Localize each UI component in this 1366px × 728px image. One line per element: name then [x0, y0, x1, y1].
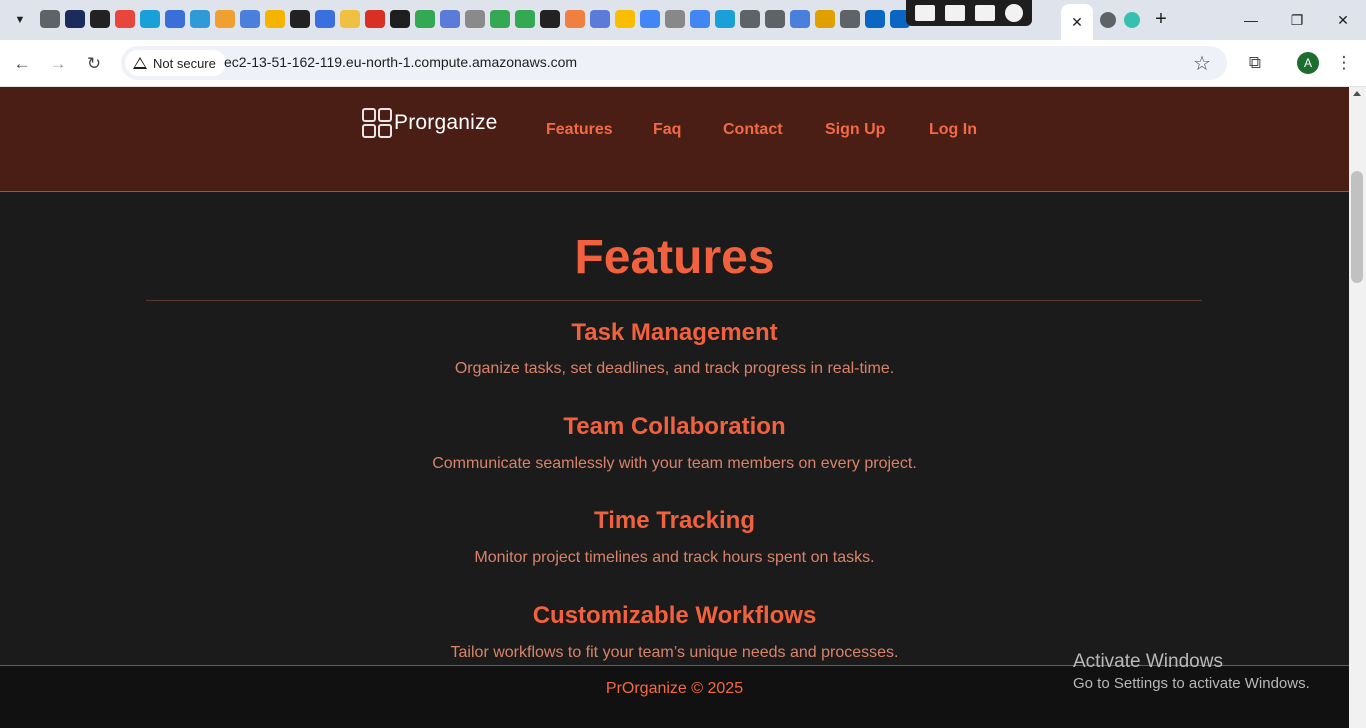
tab-favicon[interactable]	[440, 10, 460, 28]
scroll-thumb[interactable]	[1351, 171, 1363, 283]
tab-favicon[interactable]	[265, 10, 285, 28]
features-heading: Features	[574, 231, 775, 284]
warning-icon	[133, 57, 147, 69]
back-icon[interactable]: ←	[10, 52, 34, 76]
security-chip[interactable]: Not secure	[125, 50, 226, 76]
tab-favicon[interactable]	[715, 10, 735, 28]
tab-favicon[interactable]	[1100, 12, 1116, 28]
tab-favicon[interactable]	[740, 10, 760, 28]
site-header: Prorganize Features Faq Contact Sign Up …	[0, 87, 1349, 192]
tab-favicon[interactable]	[90, 10, 110, 28]
tab-favicons	[40, 10, 915, 30]
tab-favicon[interactable]	[765, 10, 785, 28]
page-viewport: Prorganize Features Faq Contact Sign Up …	[0, 87, 1349, 728]
video-camera-icon[interactable]	[945, 5, 965, 21]
url-text[interactable]: ec2-13-51-162-119.eu-north-1.compute.ama…	[224, 54, 577, 70]
watermark-title: Activate Windows	[1073, 651, 1223, 672]
tab-favicon[interactable]	[690, 10, 710, 28]
reload-icon[interactable]: ↻	[82, 52, 106, 76]
tab-strip: ▼ ✕ + — ❐ ✕	[0, 0, 1366, 40]
tab-favicon[interactable]	[640, 10, 660, 28]
tab-favicon[interactable]	[615, 10, 635, 28]
tab-favicon[interactable]	[140, 10, 160, 28]
window-capture-icon[interactable]	[975, 5, 995, 21]
nav-link-contact[interactable]: Contact	[723, 121, 783, 139]
address-bar[interactable]: Not secure ec2-13-51-162-119.eu-north-1.…	[121, 46, 1227, 80]
tab-favicon[interactable]	[240, 10, 260, 28]
active-tab[interactable]: ✕	[1061, 4, 1093, 40]
section-divider	[146, 300, 1202, 301]
tab-favicon[interactable]	[290, 10, 310, 28]
extensions-icon[interactable]: ⧉	[1243, 51, 1267, 75]
screenshot-extension-toolbar	[906, 0, 1032, 26]
tab-favicon[interactable]	[865, 10, 885, 28]
windows-activation-watermark: Activate Windows Go to Settings to activ…	[1073, 651, 1310, 692]
tab-favicon[interactable]	[540, 10, 560, 28]
tab-favicon[interactable]	[115, 10, 135, 28]
tab-favicon[interactable]	[190, 10, 210, 28]
feature-title: Customizable Workflows	[532, 602, 817, 629]
tab-favicon[interactable]	[790, 10, 810, 28]
tab-favicon[interactable]	[365, 10, 385, 28]
logo-icon	[362, 108, 392, 138]
menu-icon[interactable]: ⋮	[1332, 51, 1356, 75]
tab-favicon[interactable]	[590, 10, 610, 28]
tab-search-button[interactable]: ▼	[8, 8, 32, 32]
feature-title: Time Tracking	[594, 507, 755, 534]
restore-button[interactable]: ❐	[1274, 0, 1320, 40]
tab-favicon[interactable]	[40, 10, 60, 28]
security-label: Not secure	[153, 55, 216, 71]
tab-favicon[interactable]	[490, 10, 510, 28]
scroll-up-arrow-icon[interactable]	[1353, 91, 1361, 96]
nav-link-login[interactable]: Log In	[929, 121, 977, 139]
nav-link-features[interactable]: Features	[546, 121, 613, 139]
nav-link-faq[interactable]: Faq	[653, 121, 681, 139]
tab-favicon[interactable]	[515, 10, 535, 28]
tab-favicon[interactable]	[165, 10, 185, 28]
tab-favicon[interactable]	[840, 10, 860, 28]
bookmark-star-icon[interactable]: ☆	[1193, 51, 1211, 76]
new-tab-button[interactable]: +	[1150, 8, 1172, 30]
nav-link-signup[interactable]: Sign Up	[825, 121, 885, 139]
feature-title: Team Collaboration	[563, 413, 786, 440]
tab-favicon[interactable]	[665, 10, 685, 28]
logo-text: Prorganize	[394, 111, 498, 134]
feature-title: Task Management	[571, 319, 778, 346]
tab-favicon[interactable]	[565, 10, 585, 28]
tab-favicon[interactable]	[315, 10, 335, 28]
avatar[interactable]: A	[1297, 52, 1319, 74]
tab-favicon[interactable]	[215, 10, 235, 28]
tab-favicon[interactable]	[390, 10, 410, 28]
feature-description: Organize tasks, set deadlines, and track…	[454, 360, 895, 377]
tab-favicon[interactable]	[340, 10, 360, 28]
forward-icon[interactable]: →	[46, 52, 70, 76]
minimize-button[interactable]: —	[1228, 0, 1274, 40]
page-scrollbar[interactable]	[1349, 87, 1366, 728]
tab-favicon[interactable]	[65, 10, 85, 28]
browser-toolbar: ← → ↻ Not secure ec2-13-51-162-119.eu-no…	[0, 40, 1366, 87]
tab-favicon[interactable]	[415, 10, 435, 28]
tab-favicon[interactable]	[815, 10, 835, 28]
feature-description: Communicate seamlessly with your team me…	[432, 455, 917, 472]
tab-favicon[interactable]	[1124, 12, 1140, 28]
tab-close-icon[interactable]: ✕	[1071, 14, 1083, 31]
site-logo[interactable]: Prorganize	[362, 108, 498, 138]
tab-favicon[interactable]	[465, 10, 485, 28]
camera-icon[interactable]	[915, 5, 935, 21]
watermark-subtitle: Go to Settings to activate Windows.	[1073, 675, 1310, 692]
gear-icon[interactable]	[1005, 4, 1023, 22]
close-window-button[interactable]: ✕	[1320, 0, 1366, 40]
feature-description: Monitor project timelines and track hour…	[474, 549, 875, 566]
